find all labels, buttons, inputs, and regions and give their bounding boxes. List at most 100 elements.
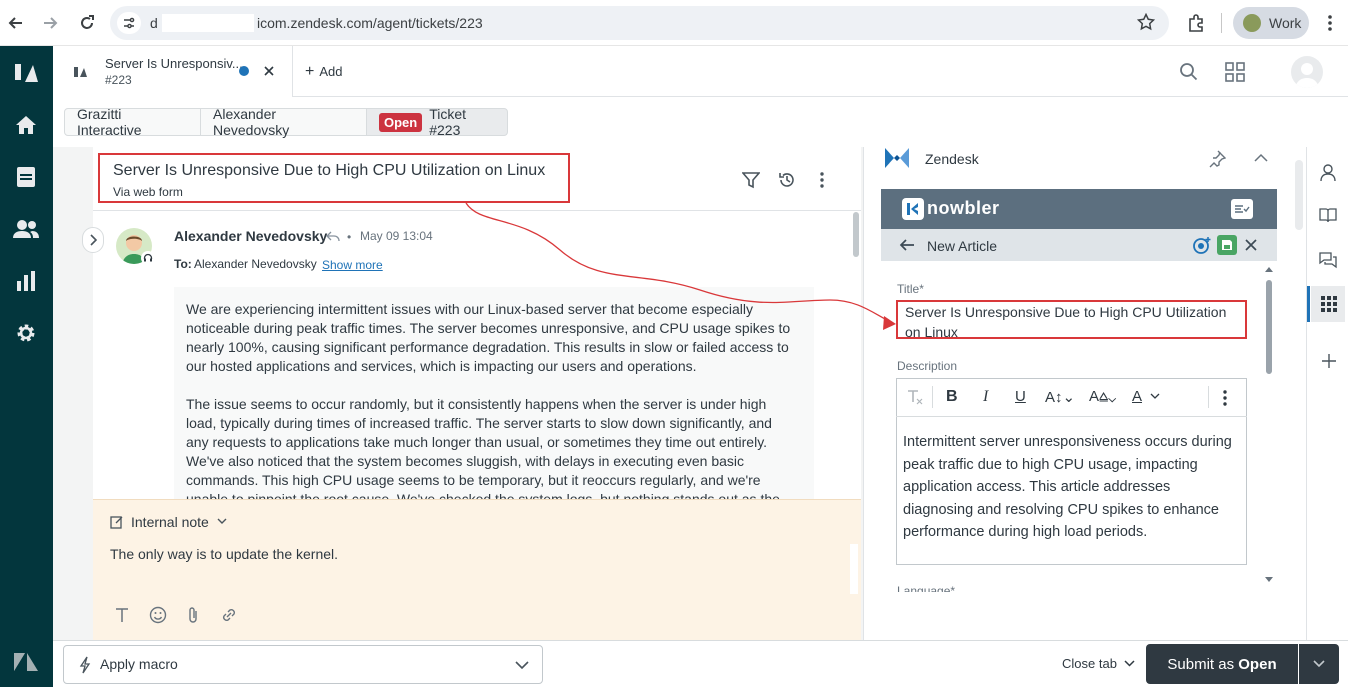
more-options-icon[interactable] xyxy=(1222,389,1228,407)
text-color-icon[interactable]: A xyxy=(1132,388,1142,405)
note-mode-icon xyxy=(110,515,124,529)
profile-label: Work xyxy=(1269,15,1302,31)
apps-panel-scrollbar[interactable] xyxy=(1295,160,1303,230)
close-tab-icon[interactable] xyxy=(263,65,275,77)
text-format-icon[interactable] xyxy=(115,607,129,623)
conversations-icon[interactable] xyxy=(1319,251,1337,269)
submit-prefix: Submit as xyxy=(1167,655,1239,673)
ticket-tab-icon xyxy=(73,66,87,78)
reporting-icon[interactable] xyxy=(13,268,39,294)
ticket-options-icon[interactable] xyxy=(818,171,826,189)
message-author[interactable]: Alexander Nevedovsky xyxy=(174,228,327,244)
toolbar-divider xyxy=(1221,13,1222,33)
breadcrumb-ticket[interactable]: Open Ticket #223 xyxy=(366,106,508,138)
back-arrow-icon[interactable] xyxy=(899,238,915,252)
text-color-chevron-icon[interactable] xyxy=(1150,392,1160,400)
ticket-number-label: Ticket #223 xyxy=(429,106,467,138)
form-scrollbar[interactable] xyxy=(1264,264,1274,584)
submit-status: Open xyxy=(1238,655,1277,673)
agent-headset-icon xyxy=(141,251,155,265)
product-tray-icon[interactable] xyxy=(1225,62,1245,82)
lightning-icon xyxy=(79,656,91,674)
back-icon[interactable] xyxy=(4,11,28,35)
close-tab-label: Close tab xyxy=(1062,656,1117,671)
pin-icon[interactable] xyxy=(1208,150,1226,168)
user-avatar[interactable] xyxy=(1291,56,1323,88)
add-app-icon[interactable] xyxy=(1321,353,1337,369)
show-more-link[interactable]: Show more xyxy=(322,258,383,272)
close-tab-select[interactable]: Close tab xyxy=(1062,656,1135,671)
customers-icon[interactable] xyxy=(13,216,39,242)
message-paragraph-2: The issue seems to occur randomly, but i… xyxy=(186,396,780,499)
bold-icon[interactable]: B xyxy=(946,388,958,406)
attachment-icon[interactable] xyxy=(187,606,199,624)
title-field[interactable]: Server Is Unresponsive Due to High CPU U… xyxy=(896,300,1247,342)
font-style-icon[interactable]: A⩠⌄ xyxy=(1089,388,1116,405)
apps-grid-icon[interactable] xyxy=(1321,296,1337,312)
collapse-chevron-icon[interactable] xyxy=(1254,153,1268,163)
message-timestamp: May 09 13:04 xyxy=(360,229,433,243)
ticket-tab[interactable]: Server Is Unresponsiv... #223 xyxy=(53,46,293,97)
reload-icon[interactable] xyxy=(75,11,99,35)
conversation-scrollbar[interactable] xyxy=(853,212,859,257)
status-badge: Open xyxy=(379,112,423,132)
ticket-subject[interactable]: Server Is Unresponsive Due to High CPU U… xyxy=(113,162,545,180)
nowbler-header: nowbler xyxy=(881,189,1277,229)
expand-context-button[interactable] xyxy=(82,227,104,253)
browser-menu-icon[interactable] xyxy=(1325,13,1335,33)
nowbler-brand: nowbler xyxy=(927,198,1000,218)
zendesk-logo-icon[interactable] xyxy=(13,60,39,86)
add-tab-button[interactable]: + Add xyxy=(305,62,342,80)
language-label-clip: Language* xyxy=(897,584,1097,592)
plus-icon: + xyxy=(305,62,315,80)
submit-button[interactable]: Submit as Open xyxy=(1146,644,1298,684)
customer-context-icon[interactable] xyxy=(1320,164,1336,182)
chevron-down-icon[interactable] xyxy=(217,517,227,525)
search-icon[interactable] xyxy=(1179,62,1199,82)
forward-icon[interactable] xyxy=(38,11,62,35)
to-recipient: Alexander Nevedovsky xyxy=(194,257,317,271)
apply-macro-label: Apply macro xyxy=(100,656,178,672)
macro-chevron-down-icon xyxy=(515,661,529,670)
apply-macro-select[interactable]: Apply macro xyxy=(63,645,543,684)
url-text[interactable]: icom.zendesk.com/agent/tickets/223 xyxy=(257,15,483,31)
ai-generate-icon[interactable] xyxy=(1191,235,1213,255)
save-icon[interactable] xyxy=(1217,235,1237,255)
filter-icon[interactable] xyxy=(742,171,760,189)
font-size-icon[interactable]: A↕⌄ xyxy=(1045,388,1075,406)
to-label: To: xyxy=(174,257,192,271)
close-icon[interactable] xyxy=(1245,239,1257,251)
underline-icon[interactable]: U xyxy=(1015,388,1026,405)
history-icon[interactable] xyxy=(778,171,796,189)
link-icon[interactable] xyxy=(220,606,238,624)
ticket-tab-title: Server Is Unresponsiv... xyxy=(105,56,243,71)
admin-gear-icon[interactable] xyxy=(13,320,39,346)
organization-label: Grazitti Interactive xyxy=(77,106,142,138)
breadcrumb-organization[interactable]: Grazitti Interactive xyxy=(64,106,201,138)
views-icon[interactable] xyxy=(13,164,39,190)
ticket-header-highlight: Server Is Unresponsive Due to High CPU U… xyxy=(98,153,570,203)
submit-options-button[interactable] xyxy=(1299,644,1339,684)
note-text[interactable]: The only way is to update the kernel. xyxy=(110,546,338,562)
internal-note-composer[interactable]: Internal note The only way is to update … xyxy=(93,499,861,640)
italic-icon[interactable]: I xyxy=(983,388,988,406)
profile-button[interactable]: Work xyxy=(1233,7,1309,39)
header-divider xyxy=(93,210,861,211)
bookmark-star-icon[interactable] xyxy=(1137,13,1155,31)
extensions-icon[interactable] xyxy=(1186,13,1206,33)
home-icon[interactable] xyxy=(13,112,39,138)
site-settings-icon[interactable] xyxy=(117,12,141,34)
unsaved-dot xyxy=(239,66,249,76)
title-field-value[interactable]: Server Is Unresponsive Due to High CPU U… xyxy=(905,302,1245,342)
clear-format-icon[interactable] xyxy=(906,389,924,405)
editor-toolbar: B I U A↕⌄ A⩠⌄ A xyxy=(896,378,1247,417)
note-mode-label[interactable]: Internal note xyxy=(131,514,209,530)
breadcrumb-requester[interactable]: Alexander Nevedovsky xyxy=(200,106,367,138)
reply-icon[interactable] xyxy=(326,230,340,242)
knowledge-icon[interactable] xyxy=(1319,207,1337,223)
zendesk-app-logo-icon xyxy=(883,146,911,170)
description-text[interactable]: Intermittent server unresponsiveness occ… xyxy=(903,431,1243,544)
emoji-icon[interactable] xyxy=(149,606,167,624)
composer-scrollbar[interactable] xyxy=(850,544,858,594)
checklist-icon[interactable] xyxy=(1231,199,1253,219)
